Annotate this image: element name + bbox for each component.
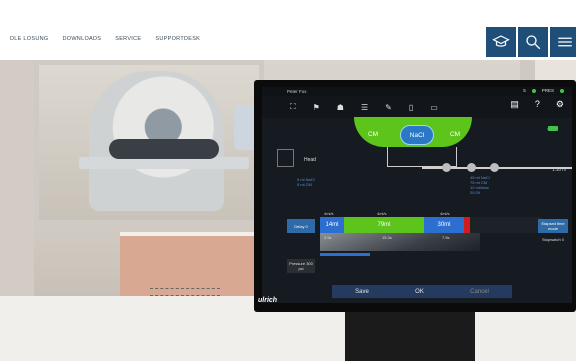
help-icon[interactable]: ? [535,99,540,110]
flow-seg-end [464,217,470,233]
pressure-curve [320,233,480,251]
elapsed-time-button[interactable]: Elapsed time mode [538,219,568,233]
stopwatch-button[interactable]: Stopwatch 0 [538,237,568,251]
vol-2: 15.3s [382,235,392,240]
pres-label: PRES [541,88,554,93]
top-navigation: DLE LOSUNG DOWNLOADS SERVICE SUPPORTDESK [0,0,576,60]
nav-item-supportdesk[interactable]: SUPPORTDESK [155,36,200,42]
flow-bar: 14ml 79ml 30ml [320,217,542,233]
pressure-bar [320,253,370,256]
pres-dot [560,88,564,93]
info-right: 1:30 m [552,167,566,172]
control-room-window [34,60,264,225]
info-mid-4: 20:29 [470,190,481,195]
search-icon [526,35,541,50]
patient-icon[interactable] [277,149,294,167]
node-1 [442,163,451,172]
rate-2: 4ml/s [377,211,387,216]
graduation-cap-icon [492,35,510,47]
toolbar-right: ▤ ? ⚙ [510,99,564,110]
nacl-label[interactable]: NaCl [400,125,434,145]
menu-button[interactable] [550,27,576,57]
injector-screen: Peter Fox 5 PRES ⛶ ⚑ ☗ ☰ ✎ ▯ ▭ ▤ ? ⚙ CM … [262,87,572,303]
wall-panel [0,60,34,296]
info-left-2: 5 ml CM [297,182,312,187]
battery-icon [548,126,558,131]
nav-item-solution[interactable]: DLE LOSUNG [10,36,48,42]
patient [109,139,219,159]
node-2 [467,163,476,172]
trash-icon[interactable]: ▯ [409,103,413,112]
info-left: 5 ml NaCl 5 ml CM [297,177,315,187]
shelf [120,236,270,296]
person-icon[interactable]: ☗ [337,103,344,112]
nav-item-service[interactable]: SERVICE [115,36,141,42]
scan-icon[interactable]: ⛶ [290,102,296,112]
status-count: 5 [523,88,526,93]
patient-area: Head [304,157,316,163]
pressure-button[interactable]: Pressure 300 psi [287,259,315,273]
cm-label-2[interactable]: CM [440,125,470,143]
node-3 [490,163,499,172]
save-button[interactable]: Save [355,289,369,295]
coiled-cable [150,288,220,296]
edit-icon[interactable]: ✎ [385,103,392,112]
academy-button[interactable] [486,27,516,57]
status-indicators: 5 PRES [523,88,564,93]
flow-seg-1[interactable]: 14ml [320,217,344,233]
cancel-button[interactable]: Cancel [470,289,489,295]
rate-3: 4ml/s [440,211,450,216]
vol-1: 3.5s [324,235,332,240]
info-middle: 45 ml NaCl 75 ml CM 10 ml/total 20:29 [470,175,490,195]
brand-logo: ulrich [258,297,278,304]
protocol-icon[interactable]: ⚑ [313,103,320,112]
flow-seg-3[interactable]: 30ml [424,217,464,233]
delay-button[interactable]: Delay 0 [287,219,315,233]
rate-1: 4ml/s [324,211,334,216]
cm-label-1[interactable]: CM [358,125,388,143]
vol-3: 7.5s [442,235,450,240]
action-bar: Save OK Cancel [332,285,512,298]
document-icon[interactable]: ▤ [510,99,519,110]
search-button[interactable] [518,27,548,57]
flow-seg-2[interactable]: 79ml [344,217,424,233]
nav-item-downloads[interactable]: DOWNLOADS [62,36,101,42]
status-dot [531,88,536,93]
nav-menu: DLE LOSUNG DOWNLOADS SERVICE SUPPORTDESK [10,36,200,42]
hamburger-menu-icon [558,37,572,47]
folder-icon[interactable]: ▭ [430,103,438,112]
settings-icon[interactable]: ⚙ [556,99,564,110]
list-icon[interactable]: ☰ [361,103,368,112]
ok-button[interactable]: OK [415,289,424,295]
